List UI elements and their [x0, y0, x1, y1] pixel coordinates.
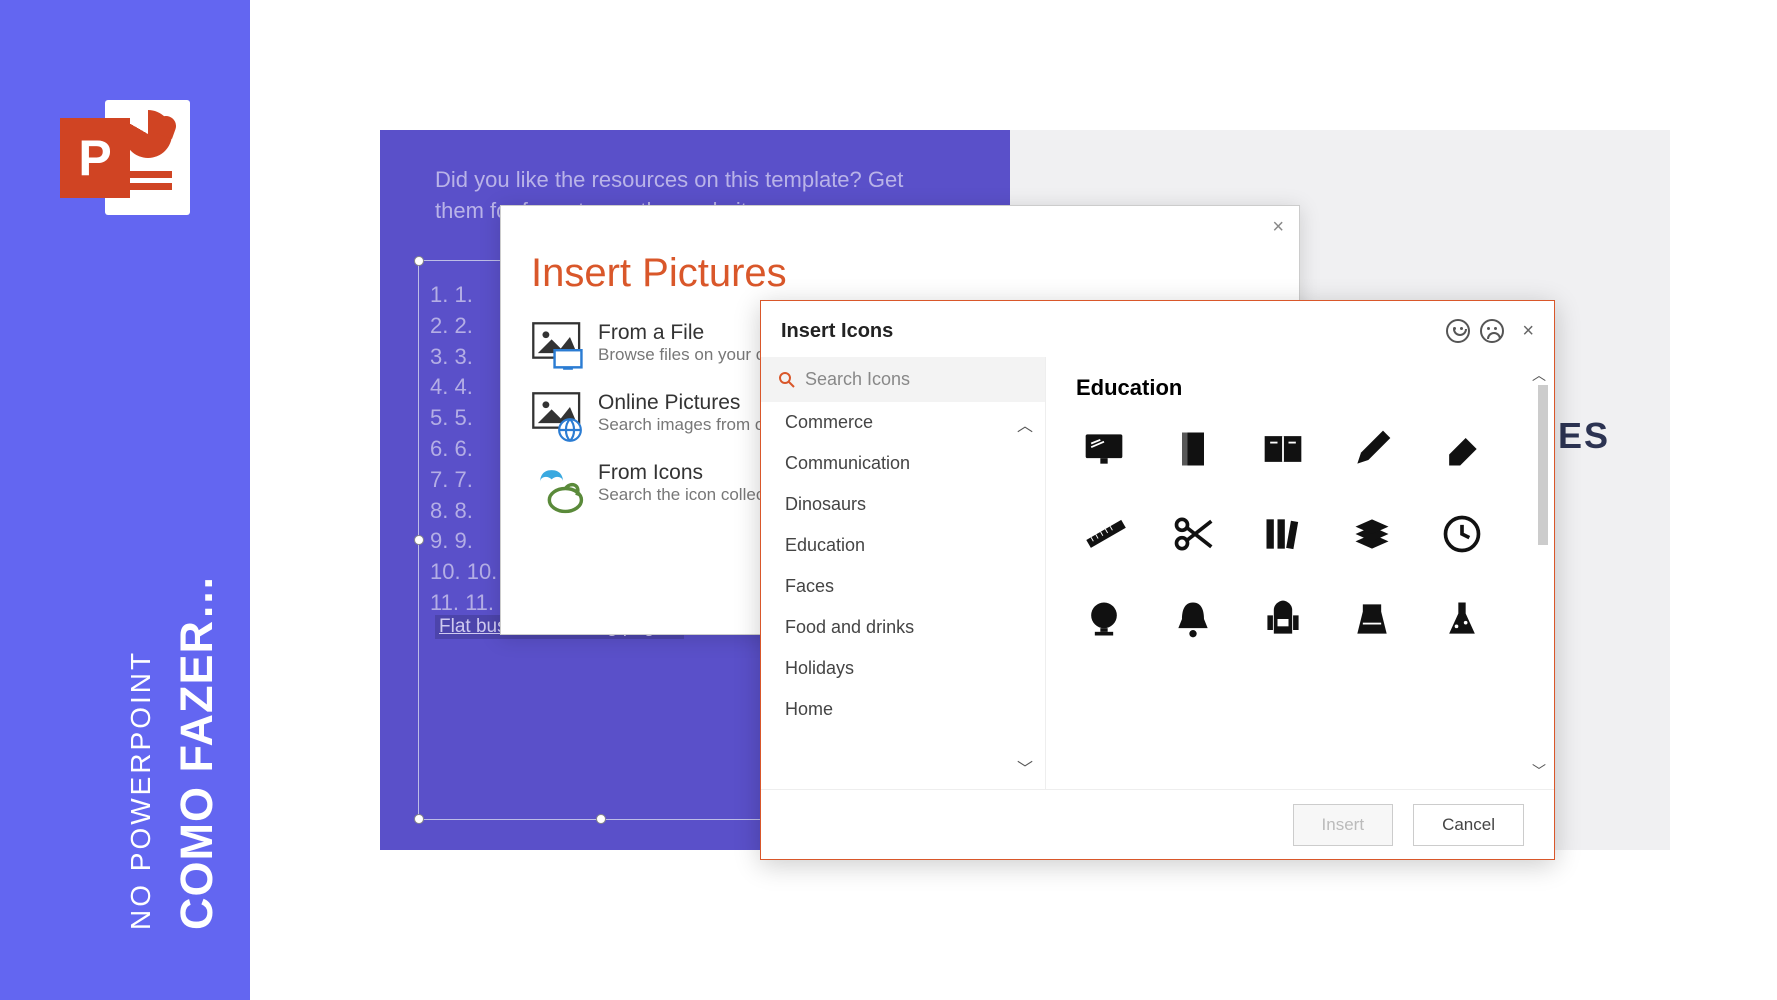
backpack-icon[interactable]	[1255, 591, 1310, 646]
option-title: From Icons	[598, 461, 764, 485]
option-desc: Browse files on your c	[598, 345, 764, 365]
chevron-down-icon[interactable]: ﹀	[1532, 761, 1546, 781]
online-picture-icon	[531, 391, 586, 439]
resize-handle[interactable]	[414, 535, 424, 545]
open-book-icon[interactable]	[1255, 421, 1310, 476]
resize-handle[interactable]	[596, 814, 606, 824]
insert-pictures-title: Insert Pictures	[531, 251, 1299, 296]
close-icon[interactable]: ×	[1522, 320, 1534, 343]
cancel-button[interactable]: Cancel	[1413, 804, 1524, 846]
option-title: From a File	[598, 321, 764, 345]
scissors-icon[interactable]	[1166, 506, 1221, 561]
chevron-down-icon[interactable]: ﹀	[1017, 755, 1033, 779]
resize-handle[interactable]	[414, 256, 424, 266]
from-icons-icon	[531, 461, 586, 509]
beaker-icon[interactable]	[1345, 591, 1400, 646]
category-item[interactable]: Food and drinks	[761, 607, 1045, 648]
feedback-sad-icon[interactable]	[1480, 319, 1504, 343]
insert-icons-dialog: Insert Icons × Search Icons ︿ Commerce C…	[760, 300, 1555, 860]
option-desc: Search images from o	[598, 415, 764, 435]
close-icon[interactable]: ×	[1272, 216, 1284, 239]
resize-handle[interactable]	[414, 814, 424, 824]
banner-title: COMO FAZER…	[171, 574, 223, 930]
list-item: 4.	[430, 372, 497, 403]
list-item: 2.	[430, 311, 497, 342]
clock-icon[interactable]	[1434, 506, 1489, 561]
option-title: Online Pictures	[598, 391, 764, 415]
chevron-up-icon[interactable]: ︿	[1017, 412, 1033, 436]
pencil-icon[interactable]	[1345, 421, 1400, 476]
powerpoint-logo: P	[60, 100, 190, 215]
search-icon	[779, 372, 795, 388]
search-placeholder: Search Icons	[805, 369, 910, 390]
list-item: 1.	[430, 280, 497, 311]
icon-grid	[1046, 411, 1554, 789]
category-item[interactable]: Holidays	[761, 648, 1045, 689]
scroll-thumb[interactable]	[1538, 385, 1548, 545]
banner-subtitle: NO POWERPOINT	[125, 574, 157, 930]
scrollbar[interactable]: ︿ ﹀	[1536, 365, 1550, 781]
list-item: 7.	[430, 465, 497, 496]
chalkboard-icon[interactable]	[1076, 421, 1131, 476]
chevron-up-icon[interactable]: ︿	[1532, 365, 1546, 385]
category-item[interactable]: Education	[761, 525, 1045, 566]
flask-icon[interactable]	[1434, 591, 1489, 646]
category-item[interactable]: Commerce	[761, 402, 1045, 443]
list-item: 9.	[430, 526, 497, 557]
search-input[interactable]: Search Icons	[761, 357, 1045, 402]
category-item[interactable]: Faces	[761, 566, 1045, 607]
option-desc: Search the icon collec	[598, 485, 764, 505]
category-sidebar: Search Icons ︿ Commerce Communication Di…	[761, 357, 1046, 789]
ruler-icon[interactable]	[1076, 506, 1131, 561]
notebook-icon[interactable]	[1166, 421, 1221, 476]
slide-list: 1. 2. 3. 4. 5. 6. 7. 8. 9. 10. 11.	[430, 280, 497, 619]
globe-icon[interactable]	[1076, 591, 1131, 646]
category-item[interactable]: Communication	[761, 443, 1045, 484]
eraser-icon[interactable]	[1434, 421, 1489, 476]
list-item: 5.	[430, 403, 497, 434]
book-stack-icon[interactable]	[1255, 506, 1310, 561]
books-icon[interactable]	[1345, 506, 1400, 561]
category-item[interactable]: Dinosaurs	[761, 484, 1045, 525]
list-item: 3.	[430, 342, 497, 373]
list-item: 6.	[430, 434, 497, 465]
insert-icons-title: Insert Icons	[781, 320, 893, 343]
category-item[interactable]: Home	[761, 689, 1045, 730]
feedback-happy-icon[interactable]	[1446, 319, 1470, 343]
promo-banner: P NO POWERPOINT COMO FAZER…	[0, 0, 250, 1000]
grid-heading: Education	[1046, 357, 1554, 411]
file-picture-icon	[531, 321, 586, 369]
bell-icon[interactable]	[1166, 591, 1221, 646]
list-item: 10.	[430, 557, 497, 588]
insert-button[interactable]: Insert	[1293, 804, 1394, 846]
list-item: 8.	[430, 496, 497, 527]
